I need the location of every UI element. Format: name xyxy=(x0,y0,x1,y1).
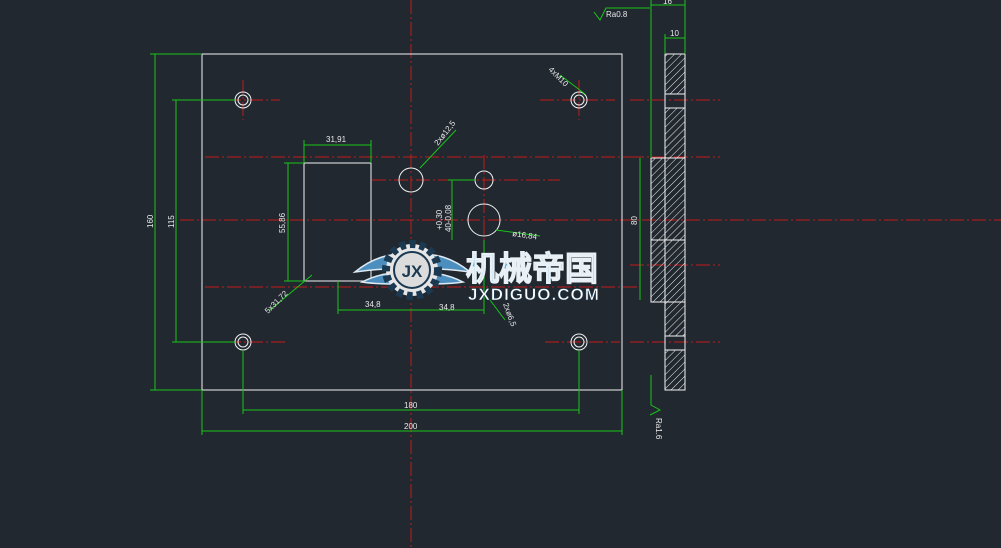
surface-finish-side: Ra1.6 xyxy=(654,418,663,440)
section-top-block xyxy=(664,53,686,95)
watermark-logo: JX 机械帝国 JXDIGUO.COM xyxy=(352,240,600,304)
surface-finish-top: Ra0.8 xyxy=(606,10,628,19)
cad-drawing: 31,91 55,86 115 160 34,8 34,8 180 200 80… xyxy=(146,0,1001,548)
logo-emblem: JX xyxy=(402,262,423,281)
section-mid-block xyxy=(664,107,686,159)
section-flange-lower xyxy=(650,239,686,303)
callout-slot: 5x31,72 xyxy=(263,289,290,316)
dim-160: 160 xyxy=(146,214,155,228)
callout-4x-m10: 4xM10 xyxy=(547,65,571,89)
surface-finish-side-symbol xyxy=(649,375,662,416)
logo-title: 机械帝国 xyxy=(466,250,598,287)
rectangular-cutout xyxy=(303,162,372,282)
logo-site: JXDIGUO.COM xyxy=(468,285,600,304)
callout-2x-small: 2xø6,5 xyxy=(501,302,518,329)
section-base-block xyxy=(664,349,686,391)
dim-180: 180 xyxy=(404,401,418,410)
dim-34-8-left: 34,8 xyxy=(365,300,381,309)
dim-16: 16 xyxy=(663,0,672,6)
callout-bore-tolerance: +0,30 xyxy=(435,209,444,230)
front-view xyxy=(201,53,623,391)
plate-outline xyxy=(201,53,623,391)
section-flange xyxy=(650,157,686,241)
dim-80: 80 xyxy=(630,216,639,225)
section-bottom-block xyxy=(664,301,686,337)
dim-55-86: 55,86 xyxy=(278,212,287,233)
side-view xyxy=(650,53,686,391)
dim-200: 200 xyxy=(404,422,418,431)
dim-10: 10 xyxy=(670,29,679,38)
dim-34-8-right: 34,8 xyxy=(439,303,455,312)
callout-bore: ø16,84 xyxy=(512,229,538,241)
dim-115: 115 xyxy=(167,215,176,228)
dimension-lines xyxy=(150,0,686,435)
dim-31-91: 31,91 xyxy=(326,135,347,144)
callout-bore-depth: 40-0,08 xyxy=(444,204,453,232)
